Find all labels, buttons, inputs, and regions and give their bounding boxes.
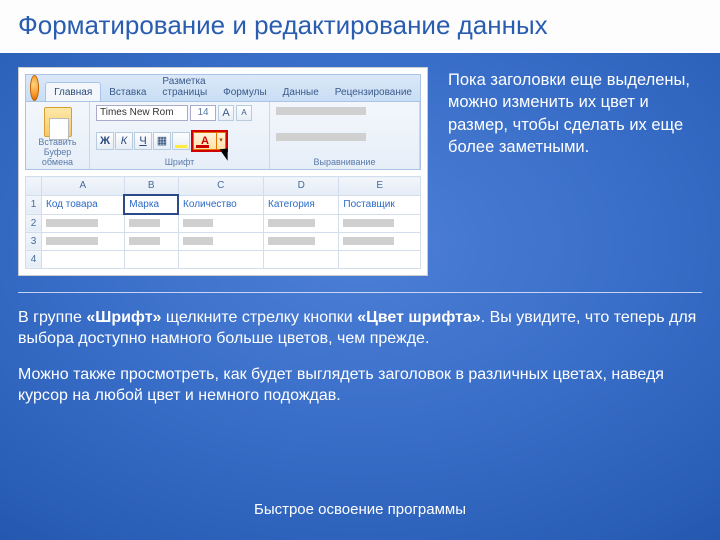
office-button-icon[interactable] [30,75,39,101]
row-header[interactable]: 4 [26,250,42,268]
font-group-label: Шрифт [96,157,263,167]
alignment-group-label: Выравнивание [276,157,413,167]
footer-text: Быстрое освоение программы [0,501,720,518]
italic-button[interactable]: К [115,132,133,150]
cell[interactable] [42,214,125,232]
font-color-highlight: ▾ [191,130,228,152]
font-name-select[interactable]: Times New Rom [96,105,188,121]
corner-cell[interactable] [26,177,42,196]
col-header[interactable]: C [178,177,263,196]
cell[interactable] [42,250,125,268]
align-placeholder [276,107,366,115]
excel-screenshot: Главная Вставка Разметка страницы Формул… [18,67,428,276]
paragraph-2: Можно также просмотреть, как будет выгля… [0,364,720,407]
cell[interactable] [42,232,125,250]
slide-title: Форматирование и редактирование данных [0,0,720,53]
cell[interactable] [178,250,263,268]
divider [18,292,702,293]
cell[interactable] [124,232,178,250]
bold-button[interactable]: Ж [96,132,114,150]
clipboard-group: Вставить Буфер обмена [26,102,90,169]
col-header[interactable]: E [339,177,421,196]
cell[interactable] [178,214,263,232]
shrink-font-button[interactable]: A [236,105,252,121]
ribbon: Главная Вставка Разметка страницы Формул… [25,74,421,170]
cell-selected[interactable]: Марка [124,195,178,214]
alignment-group: Выравнивание [270,102,420,169]
cell[interactable] [264,250,339,268]
cell[interactable]: Код товара [42,195,125,214]
tab-layout[interactable]: Разметка страницы [154,72,215,101]
row-header[interactable]: 1 [26,195,42,214]
upper-row: Главная Вставка Разметка страницы Формул… [0,59,720,276]
clipboard-group-label: Буфер обмена [32,147,83,167]
tab-home[interactable]: Главная [45,82,101,101]
cell[interactable] [339,232,421,250]
row-header[interactable]: 3 [26,232,42,250]
row-header[interactable]: 2 [26,214,42,232]
tab-formulas[interactable]: Формулы [215,83,275,101]
font-size-select[interactable]: 14 [190,105,216,121]
tab-review[interactable]: Рецензирование [327,83,420,101]
fill-color-button[interactable] [172,132,190,150]
tab-insert[interactable]: Вставка [101,83,154,101]
align-placeholder [276,133,366,141]
underline-button[interactable]: Ч [134,132,152,150]
cell[interactable] [178,232,263,250]
font-color-button[interactable] [193,132,217,150]
font-group: Times New Rom 14 A A Ж К Ч ▦ [90,102,270,169]
ribbon-body: Вставить Буфер обмена Times New Rom 14 A… [26,101,420,169]
cell[interactable] [124,214,178,232]
cell[interactable] [264,214,339,232]
cell[interactable]: Количество [178,195,263,214]
cell[interactable] [339,250,421,268]
border-button[interactable]: ▦ [153,132,171,150]
col-header[interactable]: A [42,177,125,196]
col-header[interactable]: B [124,177,178,196]
cell[interactable]: Категория [264,195,339,214]
paragraph-1: В группе «Шрифт» щелкните стрелку кнопки… [0,307,720,350]
cell[interactable] [339,214,421,232]
ribbon-tabs: Главная Вставка Разметка страницы Формул… [26,75,420,101]
grow-font-button[interactable]: A [218,105,234,121]
cell[interactable] [124,250,178,268]
cell[interactable]: Поставщик [339,195,421,214]
tab-data[interactable]: Данные [275,83,327,101]
col-header[interactable]: D [264,177,339,196]
cell[interactable] [264,232,339,250]
worksheet-grid[interactable]: A B C D E 1 Код товара Марка Количество … [25,176,421,269]
paste-icon[interactable] [44,107,72,137]
aside-text: Пока заголовки еще выделены, можно измен… [448,67,702,158]
